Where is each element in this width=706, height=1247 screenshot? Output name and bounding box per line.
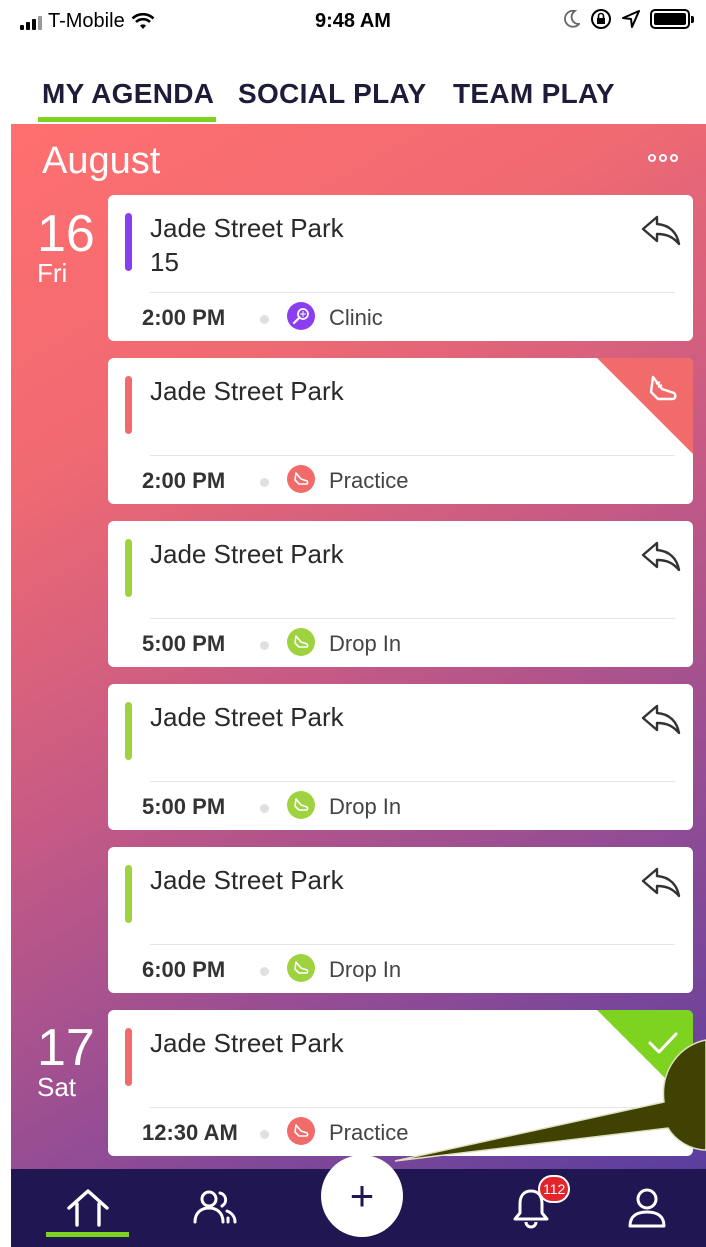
active-nav-indicator xyxy=(46,1232,129,1237)
add-button[interactable]: + xyxy=(321,1155,403,1237)
separator-dot xyxy=(260,478,269,487)
notification-badge: 112 xyxy=(538,1175,571,1203)
event-type: Clinic xyxy=(329,305,383,330)
event-type: Practice xyxy=(329,1120,409,1145)
nav-people[interactable] xyxy=(171,1169,261,1247)
event-type: Drop In xyxy=(329,794,402,819)
event-color-bar xyxy=(125,1028,132,1086)
agenda-list[interactable]: August 16 Fri 17 Sat Jade Street Park 15… xyxy=(11,124,706,1169)
month-header: August xyxy=(42,140,161,182)
event-type: Drop In xyxy=(329,957,402,982)
event-color-bar xyxy=(125,539,132,597)
separator-dot xyxy=(260,967,269,976)
event-color-bar xyxy=(125,702,132,760)
event-title: Jade Street Park xyxy=(150,702,344,732)
bottom-nav-bar: + 112 xyxy=(11,1155,706,1247)
share-icon[interactable] xyxy=(639,865,683,899)
tab-social-play[interactable]: SOCIAL PLAY xyxy=(238,78,426,110)
divider xyxy=(150,455,675,456)
event-title: Jade Street Park xyxy=(150,213,344,243)
day-of-week: Sat xyxy=(37,1072,77,1102)
event-card[interactable]: Jade Street Park 15 2:00 PM Clinic xyxy=(108,195,693,341)
event-color-bar xyxy=(125,376,132,434)
add-icon: + xyxy=(349,1172,375,1219)
event-subtitle: 15 xyxy=(150,247,179,277)
event-time: 2:00 PM xyxy=(142,305,226,330)
confirmed-corner-flag xyxy=(597,1010,693,1106)
event-card[interactable]: Jade Street Park 5:00 PM Drop In xyxy=(108,684,693,830)
checkmark-icon xyxy=(648,1032,678,1054)
separator-dot xyxy=(260,641,269,650)
event-card[interactable]: Jade Street Park 12:30 AM Practice xyxy=(108,1010,693,1156)
sneaker-icon xyxy=(287,954,315,982)
day-label: 16 Fri xyxy=(37,208,95,286)
share-icon[interactable] xyxy=(639,539,683,573)
separator-dot xyxy=(260,804,269,813)
tab-my-agenda[interactable]: MY AGENDA xyxy=(42,78,214,110)
event-card[interactable]: Jade Street Park 5:00 PM Drop In xyxy=(108,521,693,667)
tennis-racket-icon xyxy=(287,302,315,330)
event-title: Jade Street Park xyxy=(150,865,344,895)
divider xyxy=(150,781,675,782)
day-number: 17 xyxy=(37,1019,95,1077)
sneaker-icon xyxy=(649,375,677,401)
event-time: 2:00 PM xyxy=(142,468,226,493)
nav-profile[interactable] xyxy=(607,1169,687,1247)
day-of-week: Fri xyxy=(37,258,68,288)
event-card[interactable]: Jade Street Park 6:00 PM Drop In xyxy=(108,847,693,993)
day-number: 16 xyxy=(37,205,95,263)
event-title: Jade Street Park xyxy=(150,376,344,406)
event-type: Drop In xyxy=(329,631,402,656)
active-tab-indicator xyxy=(38,117,216,122)
status-icons xyxy=(564,8,694,30)
battery-icon xyxy=(650,9,694,29)
event-card[interactable]: Jade Street Park 2:00 PM Practice xyxy=(108,358,693,504)
separator-dot xyxy=(260,315,269,324)
sneaker-icon xyxy=(287,465,315,493)
people-icon xyxy=(193,1190,237,1224)
more-options-icon[interactable] xyxy=(648,154,678,162)
status-bar: T-Mobile 9:48 AM xyxy=(0,0,706,44)
event-color-bar xyxy=(125,865,132,923)
separator-dot xyxy=(260,1130,269,1139)
home-icon xyxy=(66,1189,109,1227)
day-label: 17 Sat xyxy=(37,1022,95,1100)
tab-team-play[interactable]: TEAM PLAY xyxy=(453,78,615,110)
profile-icon xyxy=(628,1188,666,1228)
divider xyxy=(150,618,675,619)
sneaker-icon xyxy=(287,628,315,656)
event-title: Jade Street Park xyxy=(150,539,344,569)
location-icon xyxy=(622,10,640,28)
event-time: 5:00 PM xyxy=(142,631,226,656)
event-time: 12:30 AM xyxy=(142,1120,238,1145)
event-type: Practice xyxy=(329,468,409,493)
moon-icon xyxy=(564,10,580,28)
event-time: 5:00 PM xyxy=(142,794,226,819)
event-color-bar xyxy=(125,213,132,271)
share-icon[interactable] xyxy=(639,702,683,736)
divider xyxy=(150,944,675,945)
sneaker-icon xyxy=(287,791,315,819)
event-time: 6:00 PM xyxy=(142,957,226,982)
divider xyxy=(150,1107,675,1108)
share-icon[interactable] xyxy=(639,213,683,247)
event-title: Jade Street Park xyxy=(150,1028,344,1058)
rotation-lock-icon xyxy=(591,9,611,29)
sneaker-icon xyxy=(287,1117,315,1145)
divider xyxy=(150,292,675,293)
